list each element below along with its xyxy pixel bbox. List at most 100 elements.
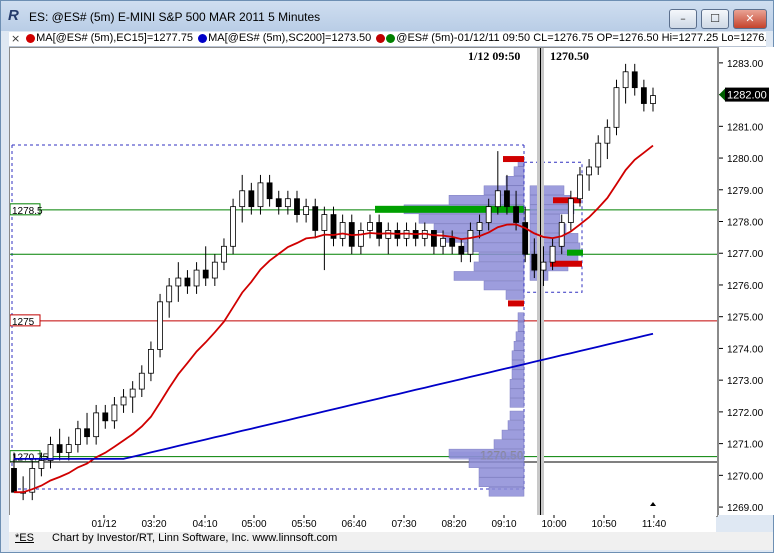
- legend-item-bar-info[interactable]: @ES# (5m)-01/12/11 09:50 CL=1276.75 OP=1…: [376, 32, 766, 44]
- candle-up: [577, 174, 583, 200]
- candle-up: [166, 285, 173, 303]
- price-tick-label: 1271.00: [727, 440, 764, 451]
- volume-profile-bar-2: [529, 204, 575, 215]
- candle-down: [431, 230, 437, 247]
- candle-up: [75, 428, 81, 446]
- volume-profile-bar: [478, 467, 525, 478]
- legend-item-ec15[interactable]: MA[@ES# (5m),EC15]=1277.75: [26, 32, 196, 44]
- candle-down: [202, 269, 209, 279]
- candle-down: [640, 87, 647, 104]
- volume-profile-bar: [513, 166, 525, 176]
- candle-up: [111, 404, 118, 422]
- price-tick-label: 1281.00: [727, 122, 764, 133]
- candle-up: [567, 198, 574, 223]
- candle-up: [257, 182, 264, 208]
- time-tick-label: 10:50: [591, 519, 616, 530]
- candle-down: [248, 190, 255, 208]
- candle-up: [440, 237, 446, 247]
- candle-up: [93, 412, 100, 438]
- poc-bar-upper: [375, 205, 524, 213]
- candle-down: [294, 198, 300, 215]
- volume-profile-bar: [483, 280, 525, 291]
- price-tick-label: 1270.00: [727, 471, 764, 482]
- candle-up: [622, 71, 629, 89]
- profile-low-band: [450, 451, 524, 460]
- time-axis[interactable]: 01/12 03:20 04:10 05:00 05:50 06:40 07:30 08:20…: [9, 515, 716, 532]
- last-price-arrow: [719, 88, 725, 101]
- time-tick-label: 08:20: [441, 519, 466, 530]
- val-bar: [508, 300, 524, 307]
- window-title: ES: @ES# (5m) E-MINI S&P 500 MAR 2011 5 …: [29, 10, 321, 24]
- candle-up: [485, 206, 492, 223]
- candle-up: [239, 190, 246, 208]
- volume-profile-bar: [511, 369, 525, 380]
- candle-down: [631, 71, 638, 89]
- volume-profile-bar: [473, 261, 525, 272]
- candle-down: [531, 253, 538, 271]
- minimize-button[interactable]: –: [669, 9, 697, 29]
- legend-dot-bar-red: [376, 33, 386, 43]
- volume-profile-bar: [509, 379, 525, 389]
- candle-down: [458, 245, 465, 255]
- price-tick-label: 1274.00: [727, 344, 764, 355]
- price-tick-label: 1280.00: [727, 154, 764, 165]
- time-tick-label: 03:20: [141, 519, 166, 530]
- candle-up: [586, 166, 592, 176]
- price-axis[interactable]: 1283.00 1282.00 1281.00 1280.00 1279.00 1278.…: [718, 47, 774, 515]
- volume-profile-bar: [493, 439, 525, 449]
- price-tick-label: 1269.00: [727, 503, 764, 514]
- price-chart: 1278.512751270.751270.501/12 09:501270.5…: [10, 48, 717, 516]
- candle-up: [230, 206, 236, 247]
- candle-up: [476, 222, 483, 231]
- legend-close-icon[interactable]: ×: [11, 32, 20, 45]
- volume-profile-bar: [478, 252, 525, 262]
- candle-up: [467, 230, 474, 255]
- volume-profile-bar: [488, 486, 525, 497]
- time-tick-label: 05:00: [241, 519, 266, 530]
- indicator-legend: × MA[@ES# (5m),EC15]=1277.75 MA[@ES# (5m…: [9, 32, 766, 47]
- candle-up: [367, 222, 373, 231]
- price-axis-svg: 1283.00 1282.00 1281.00 1280.00 1279.00 1278.…: [719, 59, 769, 514]
- candle-up: [138, 372, 145, 390]
- vah-bar: [503, 156, 524, 163]
- candle-down: [504, 190, 510, 208]
- price-tick-label: 1283.00: [727, 59, 764, 70]
- candle-up: [357, 230, 364, 247]
- volume-profile-bar: [507, 420, 525, 430]
- candle-up: [221, 245, 227, 263]
- last-price-label: 1282.00: [727, 90, 767, 102]
- level-label-1: 1275: [12, 317, 35, 328]
- volume-profile-bar: [509, 410, 525, 421]
- candle-up: [321, 214, 328, 231]
- time-tick-label: 11:40: [642, 519, 667, 530]
- candle-down: [275, 198, 282, 208]
- footer-bar: *ES Chart by Investor/RT, Linn Software,…: [9, 532, 773, 550]
- candle-up: [595, 142, 602, 168]
- price-tick-label: 1276.00: [727, 281, 764, 292]
- price-tick-label: 1278.00: [727, 218, 764, 229]
- volume-profile-bar: [505, 176, 525, 186]
- candle-up: [549, 245, 556, 263]
- footer-credit: Chart by Investor/RT, Linn Software, Inc…: [52, 532, 338, 544]
- candle-up: [303, 206, 310, 215]
- legend-item-sc200[interactable]: MA[@ES# (5m),SC200]=1273.50: [198, 32, 374, 44]
- ma-sc200-line: [14, 332, 654, 460]
- volume-profile-bar: [509, 388, 525, 399]
- time-tick-label: 01/12: [91, 519, 116, 530]
- price-tick-label: 1277.00: [727, 249, 764, 260]
- volume-profile-bar: [418, 214, 525, 224]
- price-plot-area[interactable]: 1278.512751270.751270.501/12 09:501270.5…: [9, 47, 718, 517]
- candle-up: [120, 396, 127, 406]
- cursor-price-label: 1270.50: [550, 49, 589, 63]
- legend-dot-sc200: [198, 33, 208, 43]
- volume-profile-bar-2: [529, 214, 561, 224]
- title-bar[interactable]: R ES: @ES# (5m) E-MINI S&P 500 MAR 2011 …: [1, 1, 773, 31]
- close-button[interactable]: ✕: [733, 9, 767, 29]
- candle-up: [211, 261, 218, 279]
- footer-symbol-link[interactable]: *ES: [15, 532, 34, 544]
- time-axis-svg: 01/12 03:20 04:10 05:00 05:50 06:40 07:30 08:20…: [91, 515, 667, 530]
- maximize-button[interactable]: ☐: [701, 9, 729, 29]
- volume-profile-bar-2: [529, 185, 565, 196]
- candle-down: [56, 444, 63, 453]
- candle-down: [184, 277, 191, 287]
